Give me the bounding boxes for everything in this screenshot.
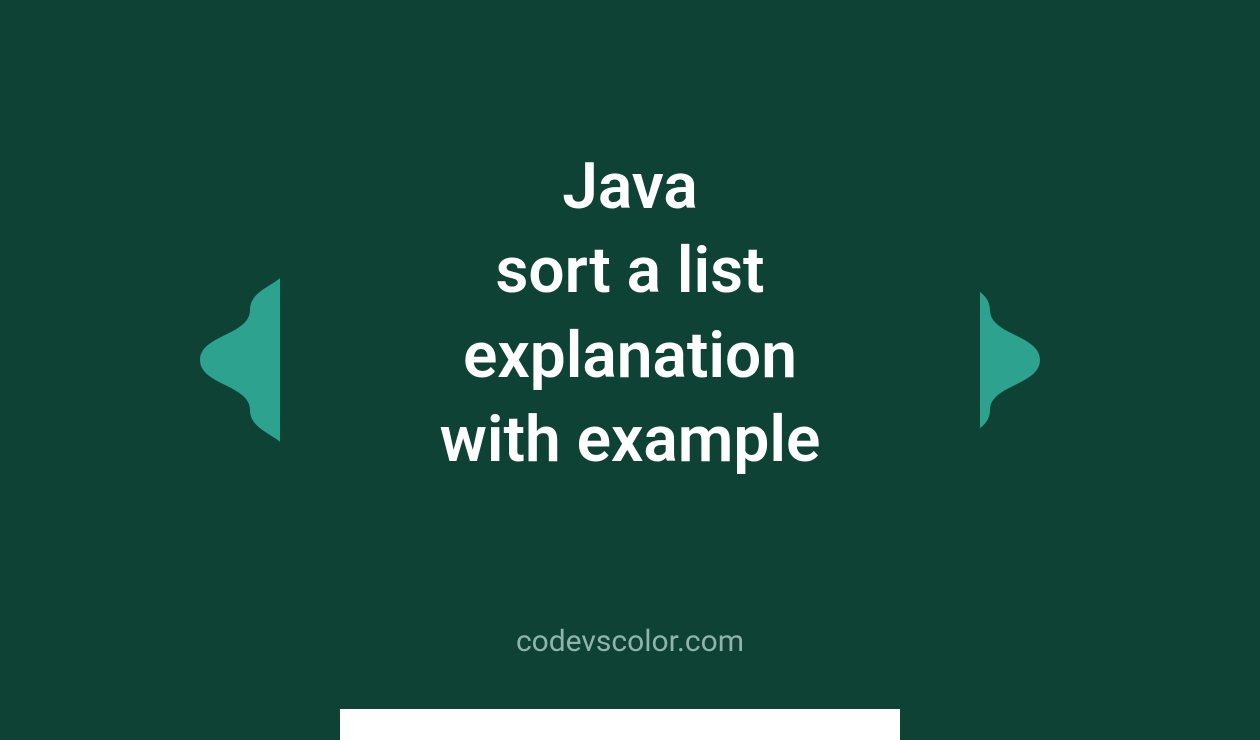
title-line-4: with example — [0, 398, 1260, 482]
title-line-2: sort a list — [0, 229, 1260, 313]
attribution-text: codevscolor.com — [0, 624, 1260, 659]
title-line-1: Java — [0, 145, 1260, 229]
title-line-3: explanation — [0, 314, 1260, 398]
main-title: Java sort a list explanation with exampl… — [0, 145, 1260, 483]
banner-canvas: Java sort a list explanation with exampl… — [0, 0, 1260, 709]
